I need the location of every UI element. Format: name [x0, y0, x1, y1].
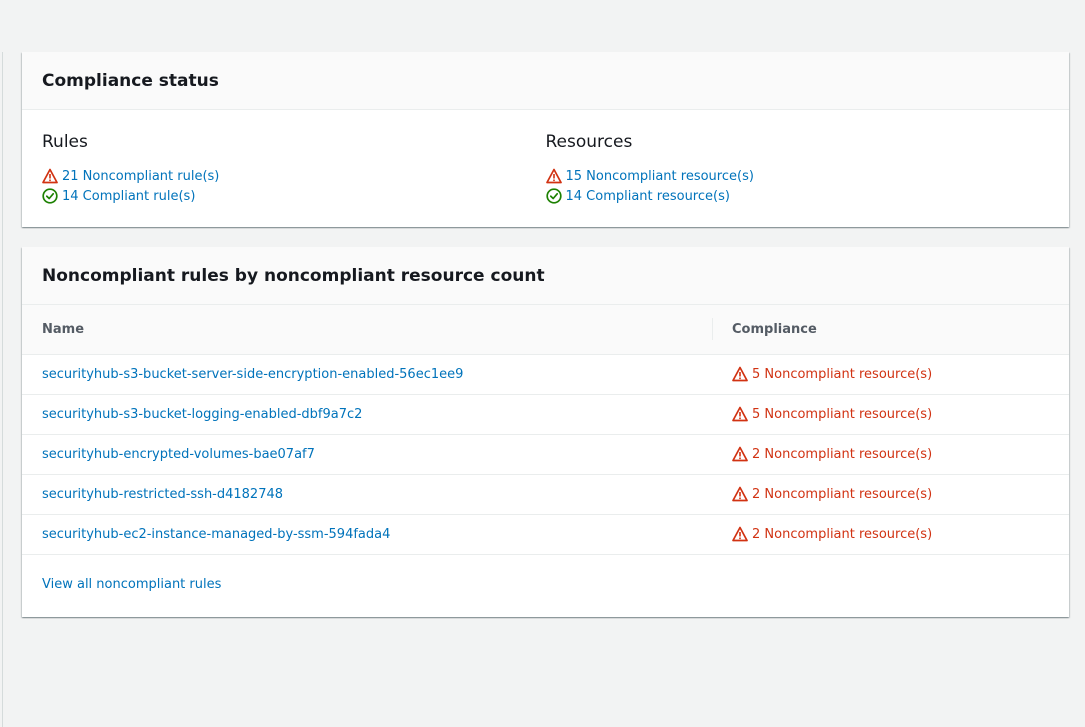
compliance-status-text: 2 Noncompliant resource(s): [752, 446, 933, 462]
check-circle-icon: [545, 188, 562, 204]
noncompliant-rules-panel: Noncompliant rules by noncompliant resou…: [22, 247, 1069, 617]
noncompliant-resources-link[interactable]: 15 Noncompliant resource(s): [566, 169, 754, 184]
name-column-header: Name: [42, 321, 85, 337]
noncompliant-rules-header: Noncompliant rules by noncompliant resou…: [22, 247, 1069, 305]
rule-name-link[interactable]: securityhub-ec2-instance-managed-by-ssm-…: [42, 527, 390, 542]
warning-triangle-icon: [732, 526, 748, 542]
compliance-status-header: Compliance status: [22, 52, 1069, 110]
compliance-status-text: 5 Noncompliant resource(s): [752, 406, 933, 422]
warning-triangle-icon: [42, 168, 58, 184]
resources-heading: Resources: [545, 132, 633, 152]
rule-name-link[interactable]: securityhub-encrypted-volumes-bae07af7: [42, 447, 315, 462]
warning-triangle-icon: [732, 446, 748, 462]
rules-heading: Rules: [42, 132, 88, 152]
table-row: securityhub-s3-bucket-logging-enabled-db…: [22, 394, 1069, 434]
left-divider: [2, 52, 3, 727]
table-row: securityhub-s3-bucket-server-side-encryp…: [22, 354, 1069, 394]
compliance-status-text: 5 Noncompliant resource(s): [752, 366, 933, 382]
table-row: securityhub-encrypted-volumes-bae07af7 2…: [22, 434, 1069, 474]
warning-triangle-icon: [545, 168, 562, 184]
compliance-status-text: 2 Noncompliant resource(s): [752, 526, 933, 542]
compliance-status-text: 2 Noncompliant resource(s): [752, 486, 933, 502]
warning-triangle-icon: [732, 366, 748, 382]
compliance-status-title: Compliance status: [42, 70, 219, 91]
table-row: securityhub-restricted-ssh-d4182748 2 No…: [22, 474, 1069, 514]
compliant-resources-link[interactable]: 14 Compliant resource(s): [566, 189, 730, 204]
compliance-column-header: Compliance: [712, 305, 1069, 354]
noncompliant-rules-link[interactable]: 21 Noncompliant rule(s): [62, 169, 219, 184]
rules-column: Rules 21 Noncompliant rule(s) 14 Complia…: [42, 132, 546, 206]
table-header-row: Name Compliance: [22, 305, 1069, 354]
compliance-status-panel: Compliance status Rules 21 Noncompliant …: [22, 52, 1069, 227]
table-row: securityhub-ec2-instance-managed-by-ssm-…: [22, 514, 1069, 554]
view-all-noncompliant-rules-link[interactable]: View all noncompliant rules: [42, 577, 221, 592]
check-circle-icon: [42, 188, 58, 204]
warning-triangle-icon: [732, 486, 748, 502]
rule-name-link[interactable]: securityhub-s3-bucket-server-side-encryp…: [42, 367, 463, 382]
rule-name-link[interactable]: securityhub-s3-bucket-logging-enabled-db…: [42, 407, 362, 422]
compliant-rules-link[interactable]: 14 Compliant rule(s): [62, 189, 195, 204]
rule-name-link[interactable]: securityhub-restricted-ssh-d4182748: [42, 487, 283, 502]
resources-column: Resources 15 Noncompliant resource(s) 14…: [546, 132, 1050, 206]
noncompliant-rules-table: Name Compliance securityhub-s3-bucket-se…: [22, 305, 1069, 555]
noncompliant-rules-title: Noncompliant rules by noncompliant resou…: [42, 265, 545, 286]
panel-footer: View all noncompliant rules: [22, 555, 1069, 615]
warning-triangle-icon: [732, 406, 748, 422]
